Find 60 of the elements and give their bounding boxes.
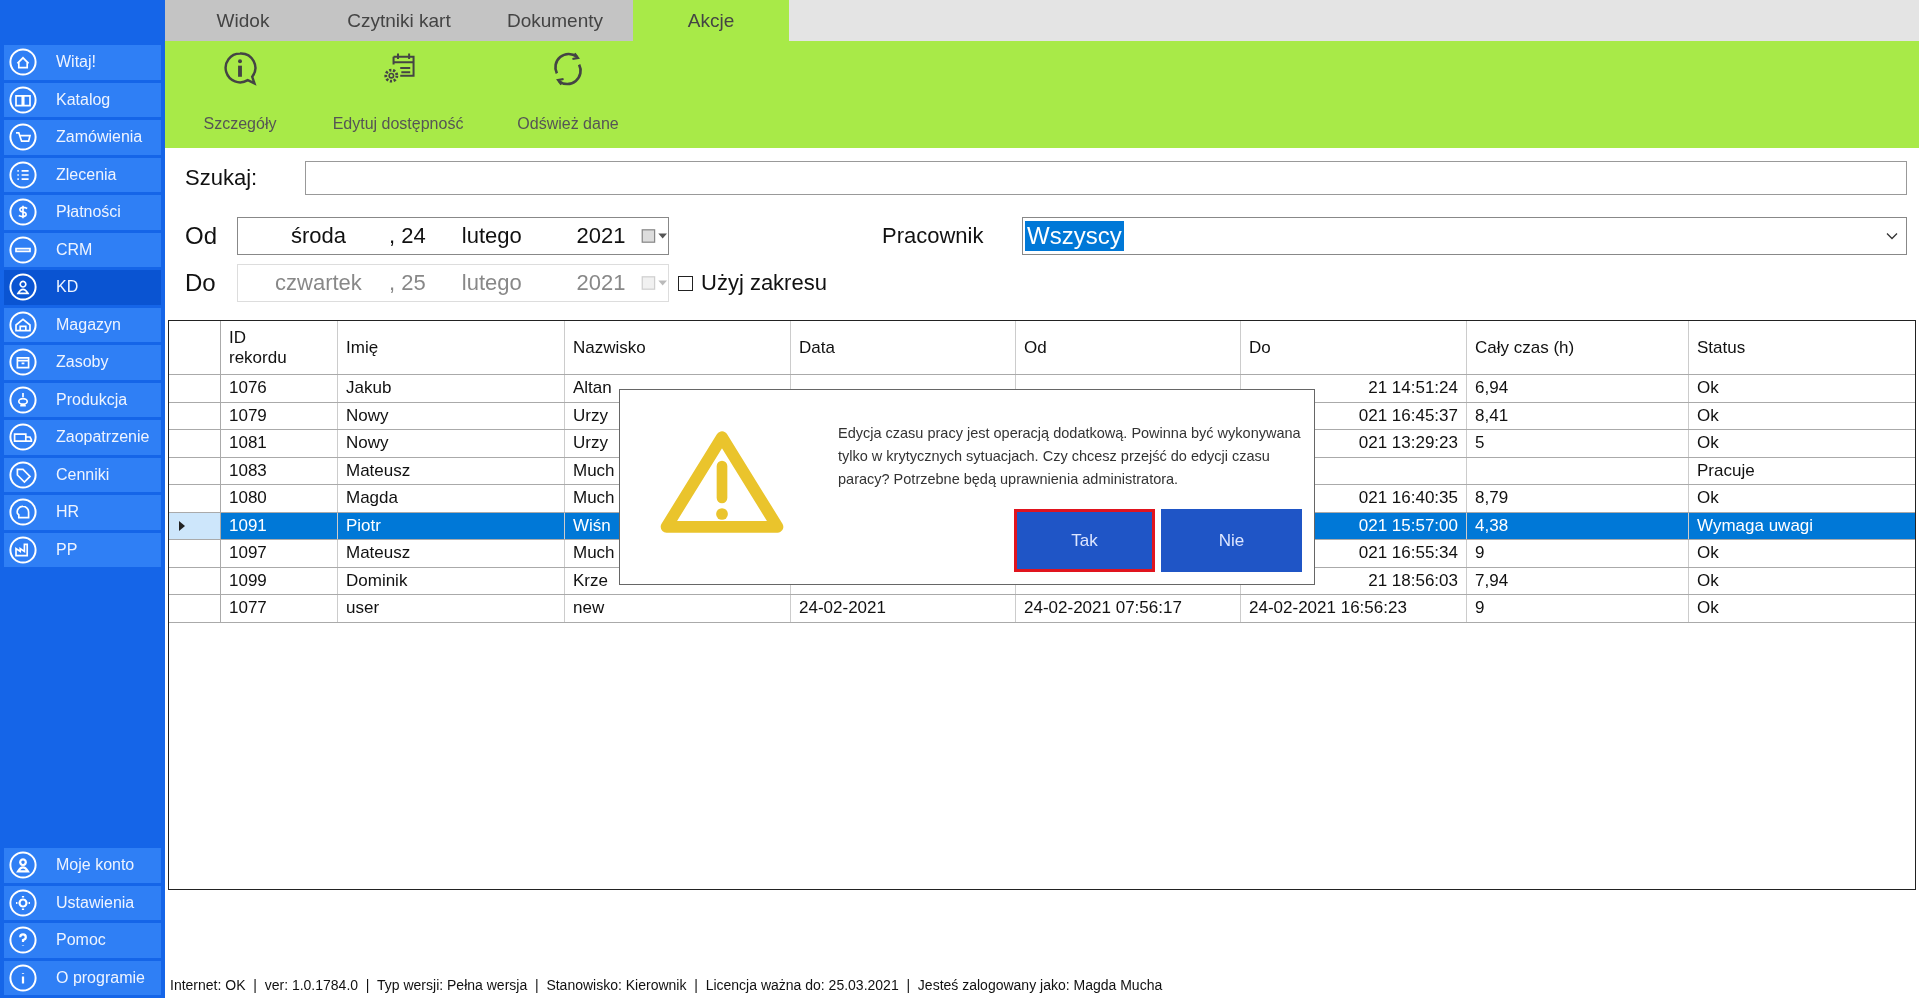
date-label: Od bbox=[185, 222, 218, 250]
table-cell: Nowy bbox=[346, 433, 389, 454]
table-cell: 8,79 bbox=[1475, 488, 1509, 509]
table-cell: Much bbox=[573, 488, 615, 509]
search-label: Szukaj: bbox=[185, 165, 259, 191]
table-cell: 021 13:29:23 bbox=[1358, 433, 1458, 454]
table-cell: Magda bbox=[346, 488, 398, 509]
employee-label: Pracownik bbox=[882, 223, 985, 249]
date-label: Do bbox=[185, 269, 217, 297]
table-cell: 021 16:40:35 bbox=[1358, 488, 1458, 509]
checkbox-label: Użyj zakresu bbox=[701, 270, 827, 296]
table-cell: Jakub bbox=[346, 378, 392, 399]
table-cell: Pracuje bbox=[1697, 460, 1755, 481]
table-cell: Ok bbox=[1697, 378, 1719, 399]
table-cell: Much bbox=[573, 460, 615, 481]
table-cell: 021 15:57:00 bbox=[1358, 515, 1458, 536]
table-cell: Krze bbox=[573, 570, 608, 591]
table-cell: 5 bbox=[1475, 433, 1485, 454]
table-cell: 6,94 bbox=[1475, 378, 1509, 399]
table-cell: 24-02-2021 16:56:23 bbox=[1249, 598, 1407, 619]
table-cell: Ok bbox=[1697, 570, 1719, 591]
table-cell: 1091 bbox=[229, 515, 267, 536]
table-cell: Wiśn bbox=[573, 515, 611, 536]
table-cell: 24-02-2021 07:56:17 bbox=[1024, 598, 1182, 619]
table-cell: Urzy bbox=[573, 405, 608, 426]
table-cell: 1083 bbox=[229, 460, 267, 481]
table-cell: Nowy bbox=[346, 405, 389, 426]
table-cell: 4,38 bbox=[1475, 515, 1509, 536]
table-cell: 021 16:55:34 bbox=[1358, 543, 1458, 564]
table-cell: Dominik bbox=[346, 570, 408, 591]
table-cell: user bbox=[346, 598, 380, 619]
table-cell: 1099 bbox=[229, 570, 267, 591]
table-cell: 1077 bbox=[229, 598, 267, 619]
table-cell: Much bbox=[573, 543, 615, 564]
table-cell: Urzy bbox=[573, 433, 608, 454]
table-cell: 8,41 bbox=[1475, 405, 1509, 426]
table-cell: 24-02-2021 bbox=[799, 598, 886, 619]
table-cell: new bbox=[573, 598, 605, 619]
table-cell: 1079 bbox=[229, 405, 267, 426]
table-cell: Piotr bbox=[346, 515, 381, 536]
table-cell: 9 bbox=[1475, 598, 1485, 619]
table-cell: 1097 bbox=[229, 543, 267, 564]
table-cell: Altan bbox=[573, 378, 612, 399]
table-cell: Mateusz bbox=[346, 460, 411, 481]
table-cell: 1081 bbox=[229, 433, 267, 454]
table-cell: Mateusz bbox=[346, 543, 411, 564]
table-cell: 9 bbox=[1475, 543, 1485, 564]
table-cell: Ok bbox=[1697, 405, 1719, 426]
table-cell: Ok bbox=[1697, 488, 1719, 509]
status-bar-text: Internet: OK | ver: 1.0.1784.0 | Typ wersji: Pełna wersja | Stanowisko: Kierownik | Licencja ważna do: 25.03.2021 | Jesteś zalogowany jako: Magda Mucha bbox=[169, 977, 1164, 995]
table-cell: Ok bbox=[1697, 543, 1719, 564]
table-cell: 1080 bbox=[229, 488, 267, 509]
table-cell: 21 14:51:24 bbox=[1368, 378, 1458, 399]
table-cell: Ok bbox=[1697, 433, 1719, 454]
table-cell: Ok bbox=[1697, 598, 1719, 619]
table-cell: 1076 bbox=[229, 378, 267, 399]
table-cell: 7,94 bbox=[1475, 570, 1509, 591]
table-cell: 21 18:56:03 bbox=[1368, 570, 1458, 591]
table-cell: Wymaga uwagi bbox=[1697, 515, 1814, 536]
table-cell: 021 16:45:37 bbox=[1358, 405, 1458, 426]
